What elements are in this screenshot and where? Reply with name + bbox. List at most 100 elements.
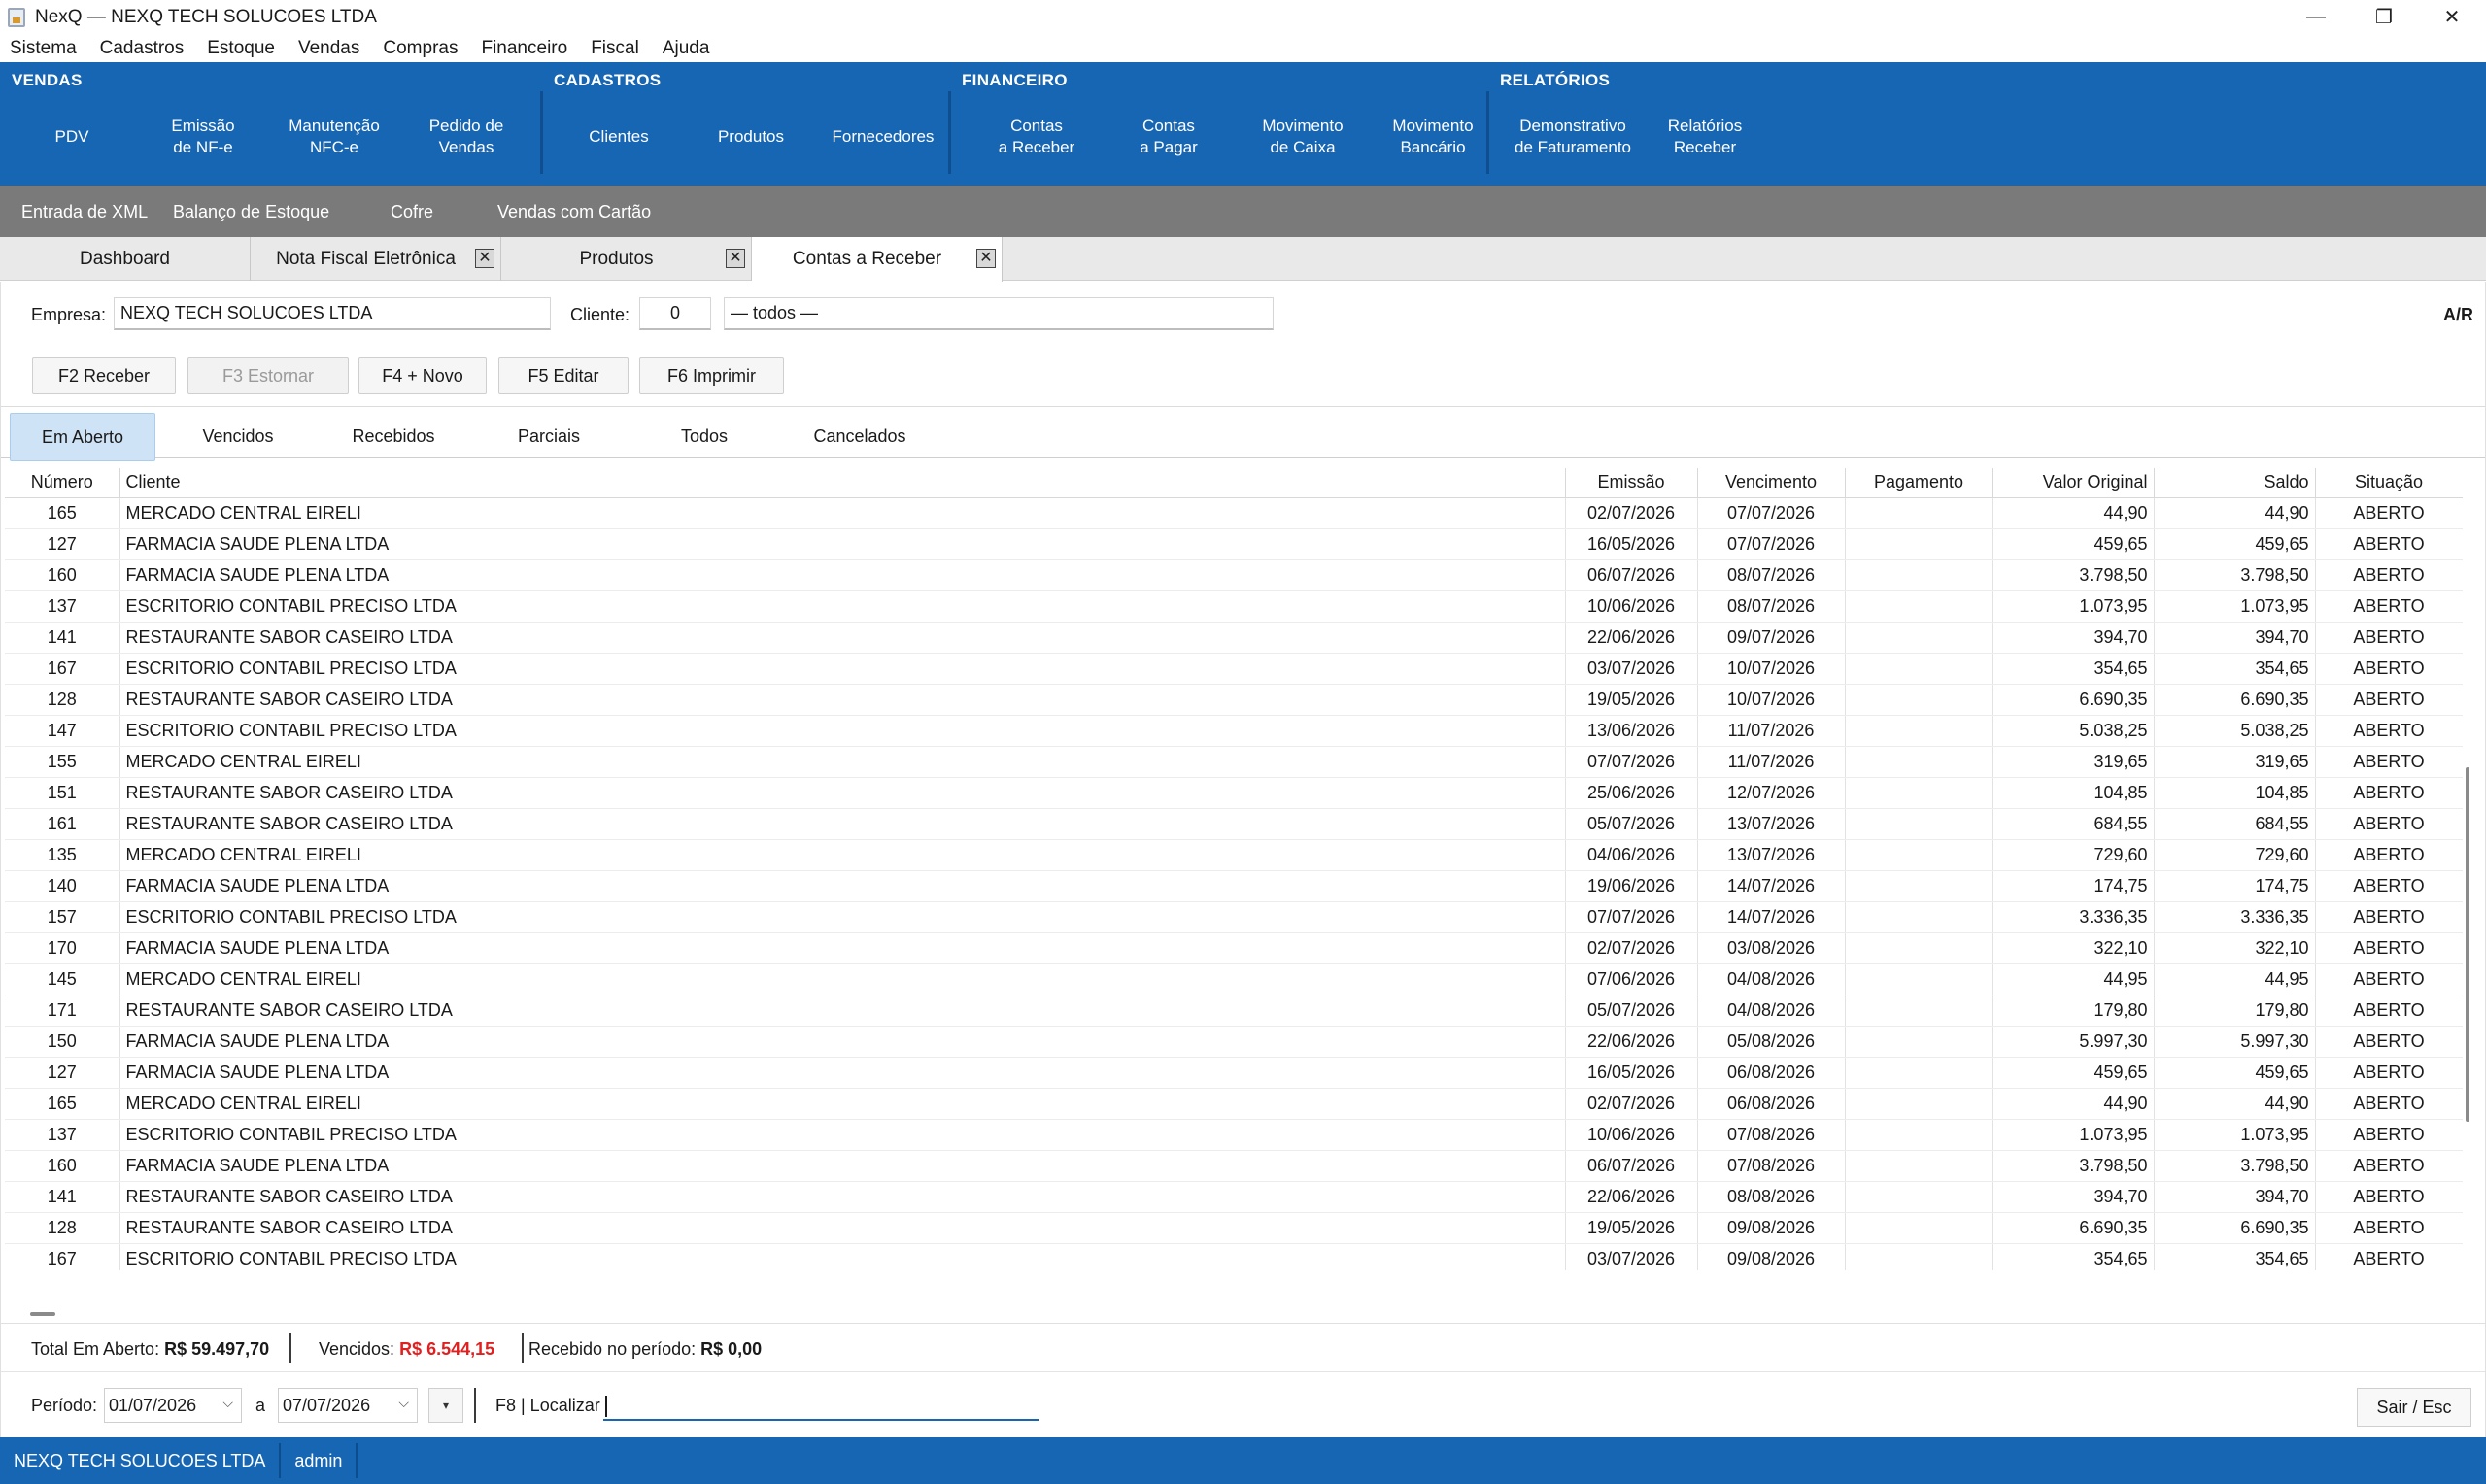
table-row[interactable]: 141 RESTAURANTE SABOR CASEIRO LTDA 22/06/2… (5, 622, 2463, 654)
quick-entrada-xml[interactable]: Entrada de XML (21, 202, 148, 222)
close-icon[interactable]: ✕ (976, 249, 996, 268)
column-header-numero[interactable]: Número (5, 468, 120, 498)
table-row[interactable]: 127 FARMACIA SAUDE PLENA LTDA 16/05/2026 07… (5, 528, 2463, 560)
column-header-vencimento[interactable]: Vencimento (1697, 468, 1846, 498)
column-header-cliente[interactable]: Cliente (119, 468, 1566, 498)
quick-vendas-cartao[interactable]: Vendas com Cartão (497, 202, 651, 222)
menu-estoque[interactable]: Estoque (207, 38, 275, 59)
ribbon-emissao-nfe-button[interactable]: Emissão de NF-e (146, 113, 260, 161)
period-menu-button[interactable]: ▾ (428, 1388, 463, 1423)
column-header-emissao[interactable]: Emissão (1565, 468, 1698, 498)
cell-valor-original: 5.038,25 (1992, 715, 2155, 747)
table-row[interactable]: 137 ESCRITORIO CONTABIL PRECISO LTDA 10/06… (5, 1119, 2463, 1151)
cell-vencimento: 14/07/2026 (1697, 870, 1846, 902)
cell-numero: 135 (5, 839, 120, 871)
table-row[interactable]: 150 FARMACIA SAUDE PLENA LTDA 22/06/2026 05… (5, 1026, 2463, 1058)
minimize-button[interactable]: — (2282, 0, 2350, 34)
table-row[interactable]: 155 MERCADO CENTRAL EIRELI 07/07/2026 11/07… (5, 746, 2463, 778)
ribbon-manutencao-nfce-button[interactable]: Manutenção NFC-e (276, 113, 392, 161)
tab-produtos[interactable]: Produtos ✕ (501, 237, 752, 281)
column-header-valor-original[interactable]: Valor Original (1992, 468, 2155, 498)
cell-emissao: 02/07/2026 (1565, 932, 1698, 964)
column-header-pagamento[interactable]: Pagamento (1845, 468, 1993, 498)
filter-recebidos[interactable]: Recebidos (325, 413, 461, 459)
ribbon-contas-receber-button[interactable]: Contas a Receber (983, 113, 1090, 161)
menu-sistema[interactable]: Sistema (10, 38, 77, 59)
maximize-button[interactable]: ❐ (2350, 0, 2418, 34)
close-icon[interactable]: ✕ (726, 249, 745, 268)
horizontal-scrollbar[interactable] (30, 1312, 55, 1316)
tab-dashboard[interactable]: Dashboard (0, 237, 251, 281)
chevron-down-icon[interactable]: ⌵ (222, 1395, 233, 1411)
close-window-button[interactable]: ✕ (2418, 0, 2486, 34)
ribbon-relatorios-receber-button[interactable]: Relatórios Receber (1652, 113, 1758, 161)
table-row[interactable]: 127 FARMACIA SAUDE PLENA LTDA 16/05/2026 06… (5, 1057, 2463, 1089)
chevron-down-icon[interactable]: ⌵ (398, 1395, 409, 1411)
empresa-field[interactable]: NEXQ TECH SOLUCOES LTDA (114, 297, 551, 330)
table-row[interactable]: 157 ESCRITORIO CONTABIL PRECISO LTDA 07/07… (5, 901, 2463, 933)
filter-todos[interactable]: Todos (636, 413, 772, 459)
period-start-date[interactable]: 01/07/2026 ⌵ (104, 1388, 242, 1423)
cell-situacao: ABERTO (2315, 1057, 2463, 1089)
table-row[interactable]: 161 RESTAURANTE SABOR CASEIRO LTDA 05/07/2… (5, 808, 2463, 840)
localizar-input[interactable] (603, 1390, 1039, 1421)
cliente-code-field[interactable]: 0 (639, 297, 711, 330)
total-recebido: Recebido no período: R$ 0,00 (528, 1339, 762, 1360)
table-row[interactable]: 135 MERCADO CENTRAL EIRELI 04/06/2026 13/07… (5, 839, 2463, 871)
cell-pagamento (1845, 1243, 1993, 1270)
quick-balanco-estoque[interactable]: Balanço de Estoque (173, 202, 329, 222)
menu-cadastros[interactable]: Cadastros (100, 38, 185, 59)
menu-compras[interactable]: Compras (383, 38, 458, 59)
menu-fiscal[interactable]: Fiscal (591, 38, 639, 59)
table-row[interactable]: 165 MERCADO CENTRAL EIRELI 02/07/2026 07/07… (5, 497, 2463, 529)
table-row[interactable]: 170 FARMACIA SAUDE PLENA LTDA 02/07/2026 03… (5, 932, 2463, 964)
quick-cofre[interactable]: Cofre (391, 202, 433, 222)
novo-button[interactable]: F4 + Novo (358, 357, 487, 394)
table-header-row: Número Cliente Emissão Vencimento Pagame… (5, 468, 2463, 498)
table-row[interactable]: 141 RESTAURANTE SABOR CASEIRO LTDA 22/06/2… (5, 1181, 2463, 1213)
ribbon-contas-pagar-button[interactable]: Contas a Pagar (1115, 113, 1222, 161)
column-header-situacao[interactable]: Situação (2315, 468, 2463, 498)
table-row[interactable]: 171 RESTAURANTE SABOR CASEIRO LTDA 05/07/2… (5, 995, 2463, 1027)
filter-parciais[interactable]: Parciais (481, 413, 617, 459)
receber-button[interactable]: F2 Receber (32, 357, 176, 394)
cliente-name-field[interactable]: — todos — (724, 297, 1274, 330)
table-row[interactable]: 160 FARMACIA SAUDE PLENA LTDA 06/07/2026 07… (5, 1150, 2463, 1182)
tab-contas-receber[interactable]: Contas a Receber ✕ (752, 237, 1003, 282)
sair-button[interactable]: Sair / Esc (2357, 1388, 2471, 1427)
table-row[interactable]: 128 RESTAURANTE SABOR CASEIRO LTDA 19/05/2… (5, 684, 2463, 716)
ribbon-pdv-button[interactable]: PDV (23, 113, 120, 161)
period-end-date[interactable]: 07/07/2026 ⌵ (278, 1388, 418, 1423)
column-header-saldo[interactable]: Saldo (2154, 468, 2316, 498)
estornar-button[interactable]: F3 Estornar (187, 357, 349, 394)
filter-vencidos[interactable]: Vencidos (170, 413, 306, 459)
filter-em-aberto[interactable]: Em Aberto (10, 413, 155, 461)
table-row[interactable]: 165 MERCADO CENTRAL EIRELI 02/07/2026 06/08… (5, 1088, 2463, 1120)
imprimir-button[interactable]: F6 Imprimir (639, 357, 784, 394)
cell-cliente: MERCADO CENTRAL EIRELI (119, 497, 1566, 529)
table-row[interactable]: 137 ESCRITORIO CONTABIL PRECISO LTDA 10/06… (5, 590, 2463, 623)
menu-vendas[interactable]: Vendas (298, 38, 359, 59)
editar-button[interactable]: F5 Editar (498, 357, 629, 394)
table-row[interactable]: 167 ESCRITORIO CONTABIL PRECISO LTDA 03/07… (5, 1243, 2463, 1270)
table-row[interactable]: 151 RESTAURANTE SABOR CASEIRO LTDA 25/06/2… (5, 777, 2463, 809)
ribbon-movimento-caixa-button[interactable]: Movimento de Caixa (1240, 113, 1366, 161)
filter-cancelados[interactable]: Cancelados (792, 413, 928, 459)
table-row[interactable]: 128 RESTAURANTE SABOR CASEIRO LTDA 19/05/2… (5, 1212, 2463, 1244)
table-row[interactable]: 167 ESCRITORIO CONTABIL PRECISO LTDA 03/07… (5, 653, 2463, 685)
ribbon-movimento-bancario-button[interactable]: Movimento Bancário (1370, 113, 1496, 161)
ribbon-produtos-button[interactable]: Produtos (698, 113, 804, 161)
table-row[interactable]: 160 FARMACIA SAUDE PLENA LTDA 06/07/2026 08… (5, 559, 2463, 591)
tab-nota-fiscal[interactable]: Nota Fiscal Eletrônica ✕ (251, 237, 501, 281)
table-row[interactable]: 147 ESCRITORIO CONTABIL PRECISO LTDA 13/06… (5, 715, 2463, 747)
ribbon-fornecedores-button[interactable]: Fornecedores (820, 113, 946, 161)
ribbon-clientes-button[interactable]: Clientes (565, 113, 672, 161)
menu-ajuda[interactable]: Ajuda (663, 38, 710, 59)
vertical-scrollbar[interactable] (2466, 767, 2469, 1122)
ribbon-pedido-vendas-button[interactable]: Pedido de Vendas (408, 113, 525, 161)
table-row[interactable]: 140 FARMACIA SAUDE PLENA LTDA 19/06/2026 14… (5, 870, 2463, 902)
menu-financeiro[interactable]: Financeiro (481, 38, 567, 59)
close-icon[interactable]: ✕ (475, 249, 494, 268)
table-row[interactable]: 145 MERCADO CENTRAL EIRELI 07/06/2026 04/08… (5, 963, 2463, 995)
ribbon-demonstrativo-faturamento-button[interactable]: Demonstrativo de Faturamento (1500, 113, 1646, 161)
